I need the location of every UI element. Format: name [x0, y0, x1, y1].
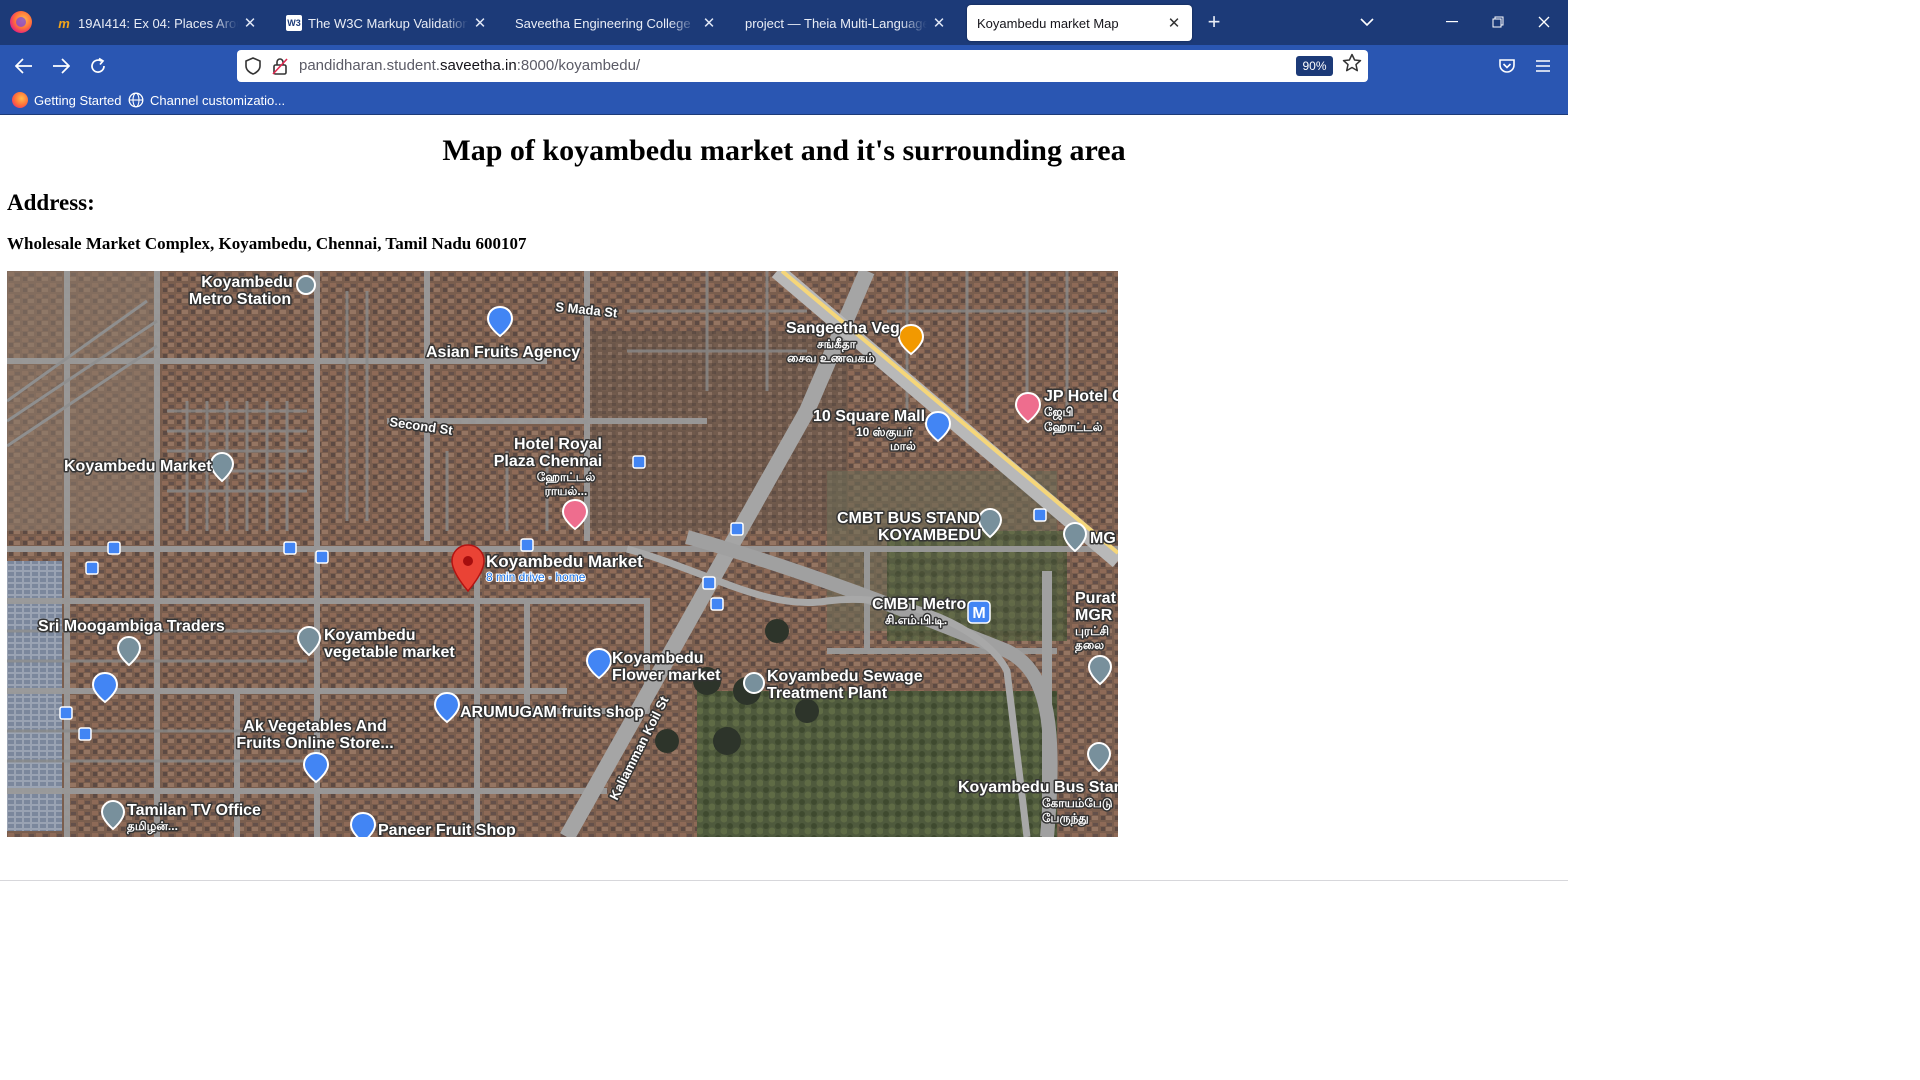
- navigation-toolbar: pandidharan.student.saveetha.in:8000/koy…: [0, 45, 1568, 87]
- shield-icon[interactable]: [243, 56, 263, 76]
- tab-close-icon[interactable]: ✕: [701, 14, 717, 32]
- svg-text:தமிழன்...: தமிழன்...: [127, 819, 178, 834]
- svg-text:Asian Fruits Agency: Asian Fruits Agency: [426, 344, 580, 361]
- svg-text:vegetable market: vegetable market: [324, 644, 455, 661]
- bookmarks-toolbar: Getting Started Channel customizatio...: [0, 87, 1568, 115]
- address-text: Wholesale Market Complex, Koyambedu, Che…: [7, 234, 527, 253]
- app-menu-icon[interactable]: [1529, 52, 1557, 80]
- svg-text:ராயல்...: ராயல்...: [545, 484, 588, 498]
- svg-text:JP Hotel C: JP Hotel C: [1044, 388, 1118, 405]
- moodle-icon: m: [58, 15, 70, 31]
- bookmark-label: Getting Started: [34, 92, 122, 108]
- svg-text:Koyambedu: Koyambedu: [324, 627, 416, 644]
- svg-text:புரட்சி: புரட்சி: [1075, 624, 1109, 638]
- map-image[interactable]: M Koyambedu Metro Station S Mada St Asia…: [7, 271, 1118, 837]
- svg-text:Koyambedu Bus Stan: Koyambedu Bus Stan: [958, 779, 1118, 796]
- svg-text:சங்கீதா: சங்கீதா: [817, 337, 857, 352]
- svg-text:Paneer Fruit Shop: Paneer Fruit Shop: [378, 822, 516, 837]
- tab-close-icon[interactable]: ✕: [931, 14, 947, 32]
- svg-text:CMBT Metro: CMBT Metro: [872, 596, 966, 613]
- svg-text:Purat: Purat: [1075, 590, 1117, 607]
- tab-places-around-me[interactable]: m 19AI414: Ex 04: Places Around Me ✕: [46, 5, 268, 41]
- svg-text:Ak Vegetables And: Ak Vegetables And: [243, 718, 386, 735]
- tab-theia-project[interactable]: project — Theia Multi-Language Explorer …: [735, 5, 957, 41]
- svg-text:ஜேபி: ஜேபி: [1044, 405, 1074, 420]
- page-bottom-divider: [0, 880, 1568, 881]
- url-path: :8000/koyambedu/: [516, 57, 641, 74]
- tab-title: project — Theia Multi-Language Explorer: [745, 15, 927, 31]
- svg-text:ஹோட்டல்: ஹோட்டல்: [537, 470, 596, 485]
- url-host: saveetha.in: [439, 57, 517, 74]
- url-text[interactable]: pandidharan.student.saveetha.in:8000/koy…: [299, 57, 640, 74]
- close-window-icon[interactable]: [1530, 8, 1558, 36]
- svg-text:சைவ உணவகம்: சைவ உணவகம்: [787, 351, 875, 365]
- svg-text:தலை: தலை: [1075, 638, 1104, 653]
- svg-text:Treatment Plant: Treatment Plant: [767, 685, 888, 702]
- forward-arrow-icon[interactable]: [47, 52, 75, 80]
- tab-saveetha[interactable]: Saveetha Engineering College ✕: [505, 5, 727, 41]
- tab-w3c-validator[interactable]: W3 The W3C Markup Validation Service ✕: [276, 5, 498, 41]
- bookmark-label: Channel customizatio...: [150, 92, 286, 108]
- reload-icon[interactable]: [84, 52, 112, 80]
- tab-close-icon[interactable]: ✕: [1166, 14, 1182, 32]
- svg-text:பேருந்து: பேருந்து: [1042, 811, 1089, 826]
- tab-close-icon[interactable]: ✕: [242, 14, 258, 32]
- svg-text:ARUMUGAM fruits shop: ARUMUGAM fruits shop: [460, 704, 644, 721]
- page-content: Map of koyambedu market and it's surroun…: [0, 116, 1568, 887]
- back-arrow-icon[interactable]: [10, 52, 38, 80]
- tab-bar: m 19AI414: Ex 04: Places Around Me ✕ W3 …: [0, 0, 1568, 45]
- svg-text:10 ஸ்குயர்: 10 ஸ்குயர்: [856, 425, 913, 440]
- tab-title: Saveetha Engineering College: [515, 15, 691, 31]
- svg-text:மால்: மால்: [890, 439, 916, 453]
- svg-text:MG: MG: [1090, 530, 1116, 547]
- address-heading: Address:: [7, 190, 95, 215]
- tab-close-icon[interactable]: ✕: [472, 14, 488, 32]
- svg-text:சி.எம்.பி.டி.: சி.எம்.பி.டி.: [885, 613, 947, 628]
- main-pin-sublabel: 8 min drive · home: [486, 570, 586, 584]
- tab-title: 19AI414: Ex 04: Places Around Me: [78, 15, 238, 31]
- metro-m-badge: M: [972, 605, 985, 622]
- svg-text:Koyambedu Market: Koyambedu Market: [64, 458, 212, 475]
- minimize-window-icon[interactable]: [1438, 8, 1466, 36]
- pocket-icon[interactable]: [1493, 52, 1521, 80]
- bookmark-getting-started[interactable]: Getting Started: [12, 92, 121, 108]
- svg-text:Koyambedu: Koyambedu: [201, 274, 293, 291]
- svg-text:Fruits Online Store...: Fruits Online Store...: [236, 735, 393, 752]
- insecure-lock-icon[interactable]: [270, 56, 290, 76]
- svg-text:Metro Station: Metro Station: [189, 291, 291, 308]
- restore-window-icon[interactable]: [1484, 8, 1512, 36]
- url-prefix: pandidharan.student.: [299, 57, 440, 74]
- svg-text:Koyambedu Sewage: Koyambedu Sewage: [767, 668, 923, 685]
- svg-text:Koyambedu: Koyambedu: [612, 650, 704, 667]
- new-tab-icon[interactable]: +: [1200, 8, 1228, 36]
- svg-text:MGR: MGR: [1075, 607, 1113, 624]
- tab-title: The W3C Markup Validation Service: [308, 15, 468, 31]
- svg-text:Plaza Chennai: Plaza Chennai: [494, 453, 602, 470]
- svg-text:KOYAMBEDU: KOYAMBEDU: [878, 527, 981, 544]
- main-pin-label: Koyambedu Market: [486, 552, 643, 571]
- svg-text:Flower market: Flower market: [612, 667, 721, 684]
- tab-title: Koyambedu market Map: [977, 15, 1119, 31]
- tab-koyambedu-map[interactable]: Koyambedu market Map ✕: [967, 5, 1192, 41]
- svg-text:CMBT BUS STAND: CMBT BUS STAND: [837, 510, 980, 527]
- zoom-level-badge[interactable]: 90%: [1296, 56, 1333, 76]
- firefox-icon: [12, 92, 28, 108]
- w3c-icon: W3: [286, 15, 302, 31]
- svg-text:கோயம்பேடு: கோயம்பேடு: [1042, 796, 1113, 810]
- firefox-menu-icon[interactable]: [10, 11, 32, 33]
- svg-text:10 Square Mall: 10 Square Mall: [813, 408, 925, 425]
- bookmark-channel-customization[interactable]: Channel customizatio...: [128, 92, 285, 108]
- bookmark-star-icon[interactable]: [1342, 53, 1362, 79]
- svg-text:Tamilan TV Office: Tamilan TV Office: [127, 802, 261, 819]
- page-title: Map of koyambedu market and it's surroun…: [442, 134, 1126, 167]
- svg-text:ஹோட்டல்: ஹோட்டல்: [1044, 420, 1103, 435]
- svg-text:Sangeetha Veg: Sangeetha Veg: [786, 320, 900, 337]
- svg-text:Hotel Royal: Hotel Royal: [514, 436, 602, 453]
- address-bar[interactable]: pandidharan.student.saveetha.in:8000/koy…: [237, 50, 1368, 82]
- svg-text:Sri Moogambiga Traders: Sri Moogambiga Traders: [38, 618, 225, 635]
- list-all-tabs-icon[interactable]: [1353, 8, 1381, 36]
- globe-icon: [128, 92, 144, 108]
